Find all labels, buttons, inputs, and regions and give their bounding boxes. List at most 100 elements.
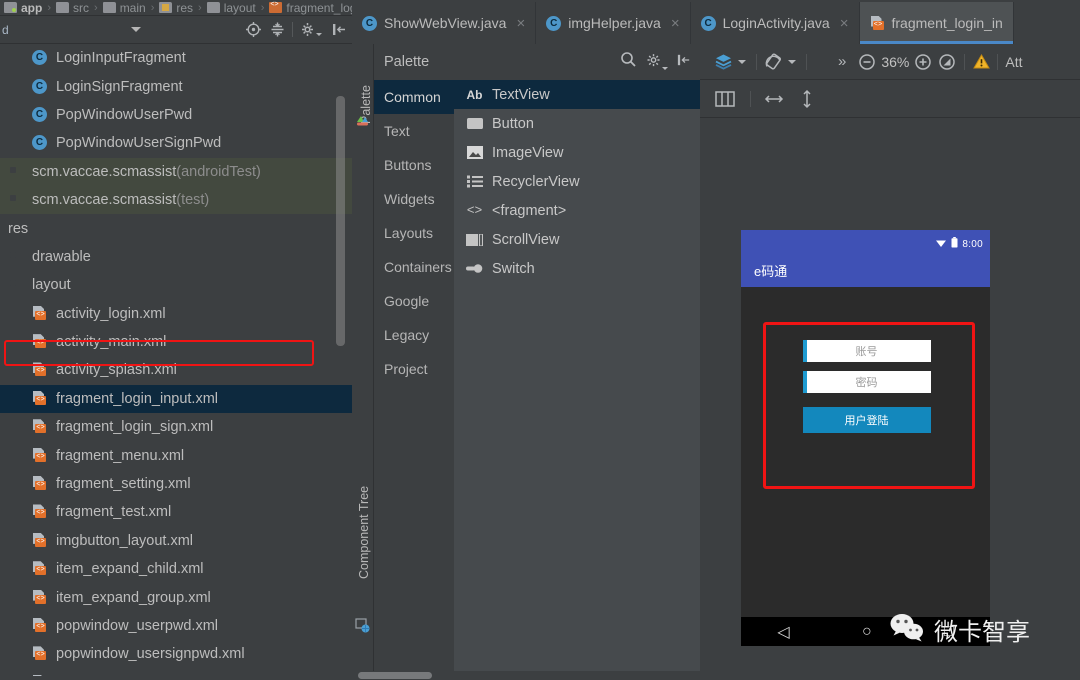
close-icon[interactable]: × [671, 15, 680, 32]
device-status-bar: 8:00 [741, 230, 990, 253]
attributes-panel-label[interactable]: Att [1005, 54, 1022, 70]
tree-item[interactable]: <> popwindow_usersignpwd.xml [0, 640, 352, 668]
tree-item[interactable]: <> fragment_setting.xml [0, 470, 352, 498]
device-preview[interactable]: 8:00 e码通 账号 密码 用户登陆 ◁ ○ □ [741, 230, 990, 646]
login-form[interactable]: 账号 密码 用户登陆 [763, 340, 970, 453]
palette-item-imageview[interactable]: ImageView [454, 138, 700, 167]
settings-gear-icon[interactable] [646, 52, 668, 73]
tree-item[interactable]: <> item_expand_child.xml [0, 555, 352, 583]
chevron-down-icon[interactable] [788, 59, 796, 64]
password-field-hint: 密码 [855, 377, 878, 389]
tab-loginactivity-java[interactable]: C LoginActivity.java × [691, 2, 860, 44]
tab-fragment-login-input-xml[interactable]: <> fragment_login_in [859, 2, 1014, 44]
search-icon[interactable] [620, 51, 637, 73]
horizontal-scrollbar-track[interactable] [352, 671, 1080, 680]
palette-item-recyclerview[interactable]: RecyclerView [454, 167, 700, 196]
palette-category-buttons[interactable]: Buttons [374, 148, 454, 182]
palette-item-list[interactable]: Ab TextView Button ImageView RecyclerView <> <… [454, 80, 700, 680]
tree-item[interactable]: <> activity_splash.xml [0, 356, 352, 384]
breadcrumb-item-app[interactable]: app [4, 0, 42, 15]
tree-item-label: PopWindowUserPwd [56, 106, 193, 123]
breadcrumb-item-layout[interactable]: layout [206, 0, 256, 15]
hide-panel-icon[interactable] [330, 21, 348, 39]
chevron-down-icon[interactable] [130, 27, 141, 32]
back-nav-icon[interactable]: ◁ [777, 622, 789, 642]
tree-item[interactable]: <> window_big.xml [0, 669, 352, 676]
project-tree-scrollbar[interactable] [336, 96, 345, 346]
tree-item-label: layout [32, 277, 71, 294]
palette-item-fragment[interactable]: <> <fragment> [454, 196, 700, 225]
palette-category-widgets[interactable]: Widgets [374, 182, 454, 216]
palette-category-list[interactable]: Common Text Buttons Widgets Layouts Container… [374, 80, 454, 680]
tree-item[interactable]: <> activity_main.xml [0, 328, 352, 356]
close-icon[interactable]: × [840, 15, 849, 32]
tab-imghelper-java[interactable]: C imgHelper.java × [536, 2, 691, 44]
palette-item-textview[interactable]: Ab TextView [454, 80, 700, 109]
breadcrumb-item-res[interactable]: res [159, 0, 193, 15]
toolbar-divider [756, 53, 757, 70]
tree-item[interactable]: layout [0, 271, 352, 299]
password-field[interactable]: 密码 [802, 371, 931, 393]
tree-item[interactable]: <> item_expand_group.xml [0, 583, 352, 611]
tree-item[interactable]: <> imgbutton_layout.xml [0, 527, 352, 555]
account-field[interactable]: 账号 [802, 340, 931, 362]
palette-category-google[interactable]: Google [374, 284, 454, 318]
home-nav-icon[interactable]: ○ [862, 623, 872, 641]
palette-category-project[interactable]: Project [374, 352, 454, 386]
breadcrumb-item-src[interactable]: src [56, 0, 89, 15]
palette-category-layouts[interactable]: Layouts [374, 216, 454, 250]
palette-category-common[interactable]: Common [374, 80, 454, 114]
login-button[interactable]: 用户登陆 [802, 407, 931, 433]
palette-category-text[interactable]: Text [374, 114, 454, 148]
horizontal-resize-icon[interactable] [764, 90, 784, 108]
tree-item[interactable]: res [0, 214, 352, 242]
horizontal-scrollbar-thumb[interactable] [358, 672, 432, 679]
zoom-out-icon[interactable] [858, 53, 876, 71]
tree-item[interactable]: scm.vaccae.scmassist (test) [0, 185, 352, 215]
palette-category-legacy[interactable]: Legacy [374, 318, 454, 352]
locate-file-icon[interactable] [244, 21, 262, 39]
component-tree-side-tab[interactable]: Component Tree [352, 364, 374, 644]
layers-icon[interactable] [714, 52, 733, 71]
palette-item-scrollview[interactable]: ScrollView [454, 225, 700, 254]
tree-item[interactable]: C LoginInputFragment [0, 44, 352, 72]
warning-triangle-icon[interactable] [972, 52, 991, 71]
collapse-all-icon[interactable] [268, 21, 286, 39]
device-content-area[interactable]: 账号 密码 用户登陆 [741, 287, 990, 617]
breadcrumb-separator: › [150, 1, 155, 14]
tree-item-label: window_big.xml [56, 675, 158, 676]
tree-item[interactable]: C PopWindowUserSignPwd [0, 129, 352, 157]
tree-item[interactable]: <> fragment_test.xml [0, 498, 352, 526]
palette-item-switch[interactable]: Switch [454, 254, 700, 283]
tree-item[interactable]: <> fragment_login_input.xml [0, 384, 352, 414]
breadcrumb-item-main[interactable]: main [102, 0, 146, 15]
xml-layout-icon: <> [32, 618, 49, 634]
hide-panel-icon[interactable] [676, 52, 692, 73]
tree-item[interactable]: drawable [0, 243, 352, 271]
tree-item[interactable]: <> activity_login.xml [0, 300, 352, 328]
rotate-device-icon[interactable] [764, 52, 783, 71]
tree-item[interactable]: C PopWindowUserPwd [0, 101, 352, 129]
palette-item-button[interactable]: Button [454, 109, 700, 138]
tree-item[interactable]: <> fragment_menu.xml [0, 441, 352, 469]
close-icon[interactable]: × [516, 15, 525, 32]
toolbar-overflow-button[interactable]: » [838, 53, 846, 70]
constraints-icon[interactable] [714, 89, 736, 109]
folder-package-icon [8, 164, 25, 180]
project-tree[interactable]: C LoginInputFragment C LoginSignFragment C Po… [0, 44, 352, 676]
tree-item-label: activity_main.xml [56, 334, 167, 351]
tree-item[interactable]: C LoginSignFragment [0, 72, 352, 100]
fragment-icon: <> [466, 203, 483, 218]
zoom-fit-icon[interactable] [938, 53, 956, 71]
palette-item-label: <fragment> [492, 202, 567, 219]
tree-item[interactable]: <> fragment_login_sign.xml [0, 413, 352, 441]
xml-layout-icon: <> [32, 561, 49, 577]
zoom-in-icon[interactable] [914, 53, 932, 71]
tree-item[interactable]: <> popwindow_userpwd.xml [0, 612, 352, 640]
vertical-resize-icon[interactable] [798, 89, 816, 109]
palette-category-containers[interactable]: Containers [374, 250, 454, 284]
settings-gear-icon[interactable] [299, 21, 322, 39]
tab-showwebview-java[interactable]: C ShowWebView.java × [352, 2, 537, 44]
chevron-down-icon[interactable] [738, 59, 746, 64]
tree-item[interactable]: scm.vaccae.scmassist (androidTest) [0, 157, 352, 186]
